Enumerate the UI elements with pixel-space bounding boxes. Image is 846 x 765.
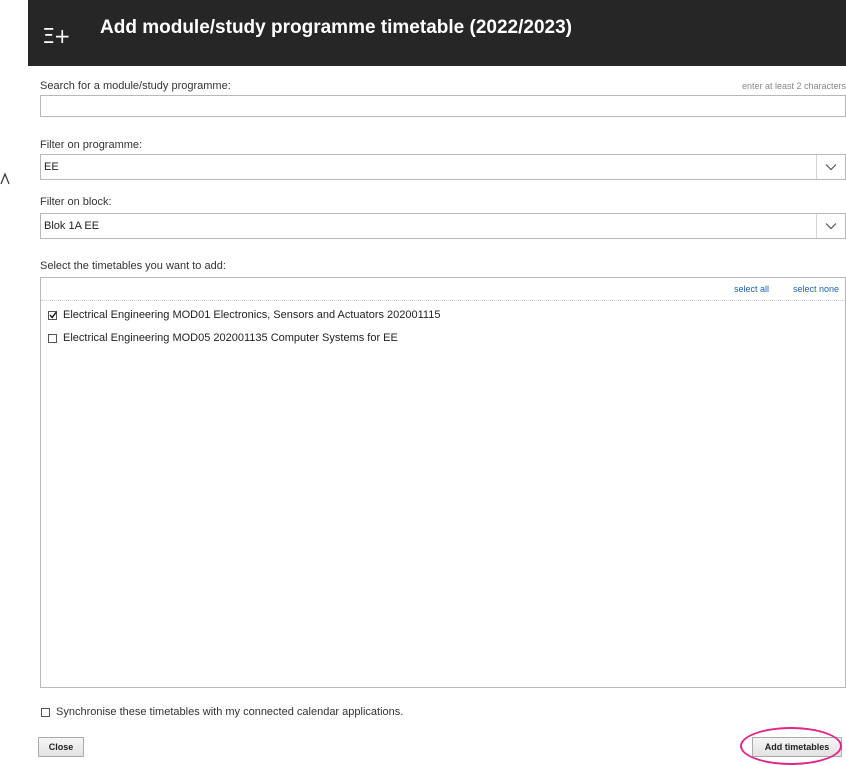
timetable-label: Electrical Engineering MOD01 Electronics… [63, 309, 441, 321]
select-none-link[interactable]: select none [793, 284, 839, 294]
add-list-icon: Ξ+ [38, 18, 74, 54]
sync-label: Synchronise these timetables with my con… [56, 706, 404, 718]
select-all-link[interactable]: select all [734, 284, 769, 294]
dialog-title: Add module/study programme timetable (20… [100, 17, 572, 38]
timetable-label: Electrical Engineering MOD05 202001135 C… [63, 332, 398, 344]
checkbox-unchecked[interactable] [48, 333, 57, 343]
sync-checkbox[interactable] [41, 707, 50, 717]
programme-filter-select[interactable]: EE [40, 154, 846, 180]
checkbox-checked[interactable] [48, 310, 58, 320]
chevron-down-icon [816, 155, 845, 179]
timetables-list[interactable]: select all select none Electrical Engine… [40, 277, 846, 688]
add-list-icon-glyph: Ξ+ [42, 24, 70, 48]
list-header: select all select none [41, 278, 845, 301]
timetables-label: Select the timetables you want to add: [40, 260, 226, 272]
sync-calendar-option[interactable]: Synchronise these timetables with my con… [41, 706, 403, 718]
search-label: Search for a module/study programme: [40, 80, 231, 92]
programme-filter-label: Filter on programme: [40, 139, 143, 151]
close-button[interactable]: Close [38, 737, 84, 757]
block-filter-label: Filter on block: [40, 196, 112, 208]
block-filter-value: Blok 1A EE [44, 220, 100, 232]
add-timetables-button[interactable]: Add timetables [752, 737, 842, 757]
list-item[interactable]: Electrical Engineering MOD05 202001135 C… [48, 330, 398, 346]
programme-filter-value: EE [44, 161, 59, 173]
list-item[interactable]: Electrical Engineering MOD01 Electronics… [48, 307, 440, 323]
search-hint: enter at least 2 characters [741, 81, 846, 91]
search-input[interactable] [40, 95, 846, 117]
chevron-down-icon [816, 214, 845, 238]
block-filter-select[interactable]: Blok 1A EE [40, 213, 846, 239]
caret-up-icon [0, 172, 10, 185]
dialog-titlebar: Ξ+ Add module/study programme timetable … [28, 0, 846, 66]
add-timetable-dialog: Ξ+ Add module/study programme timetable … [28, 0, 846, 765]
